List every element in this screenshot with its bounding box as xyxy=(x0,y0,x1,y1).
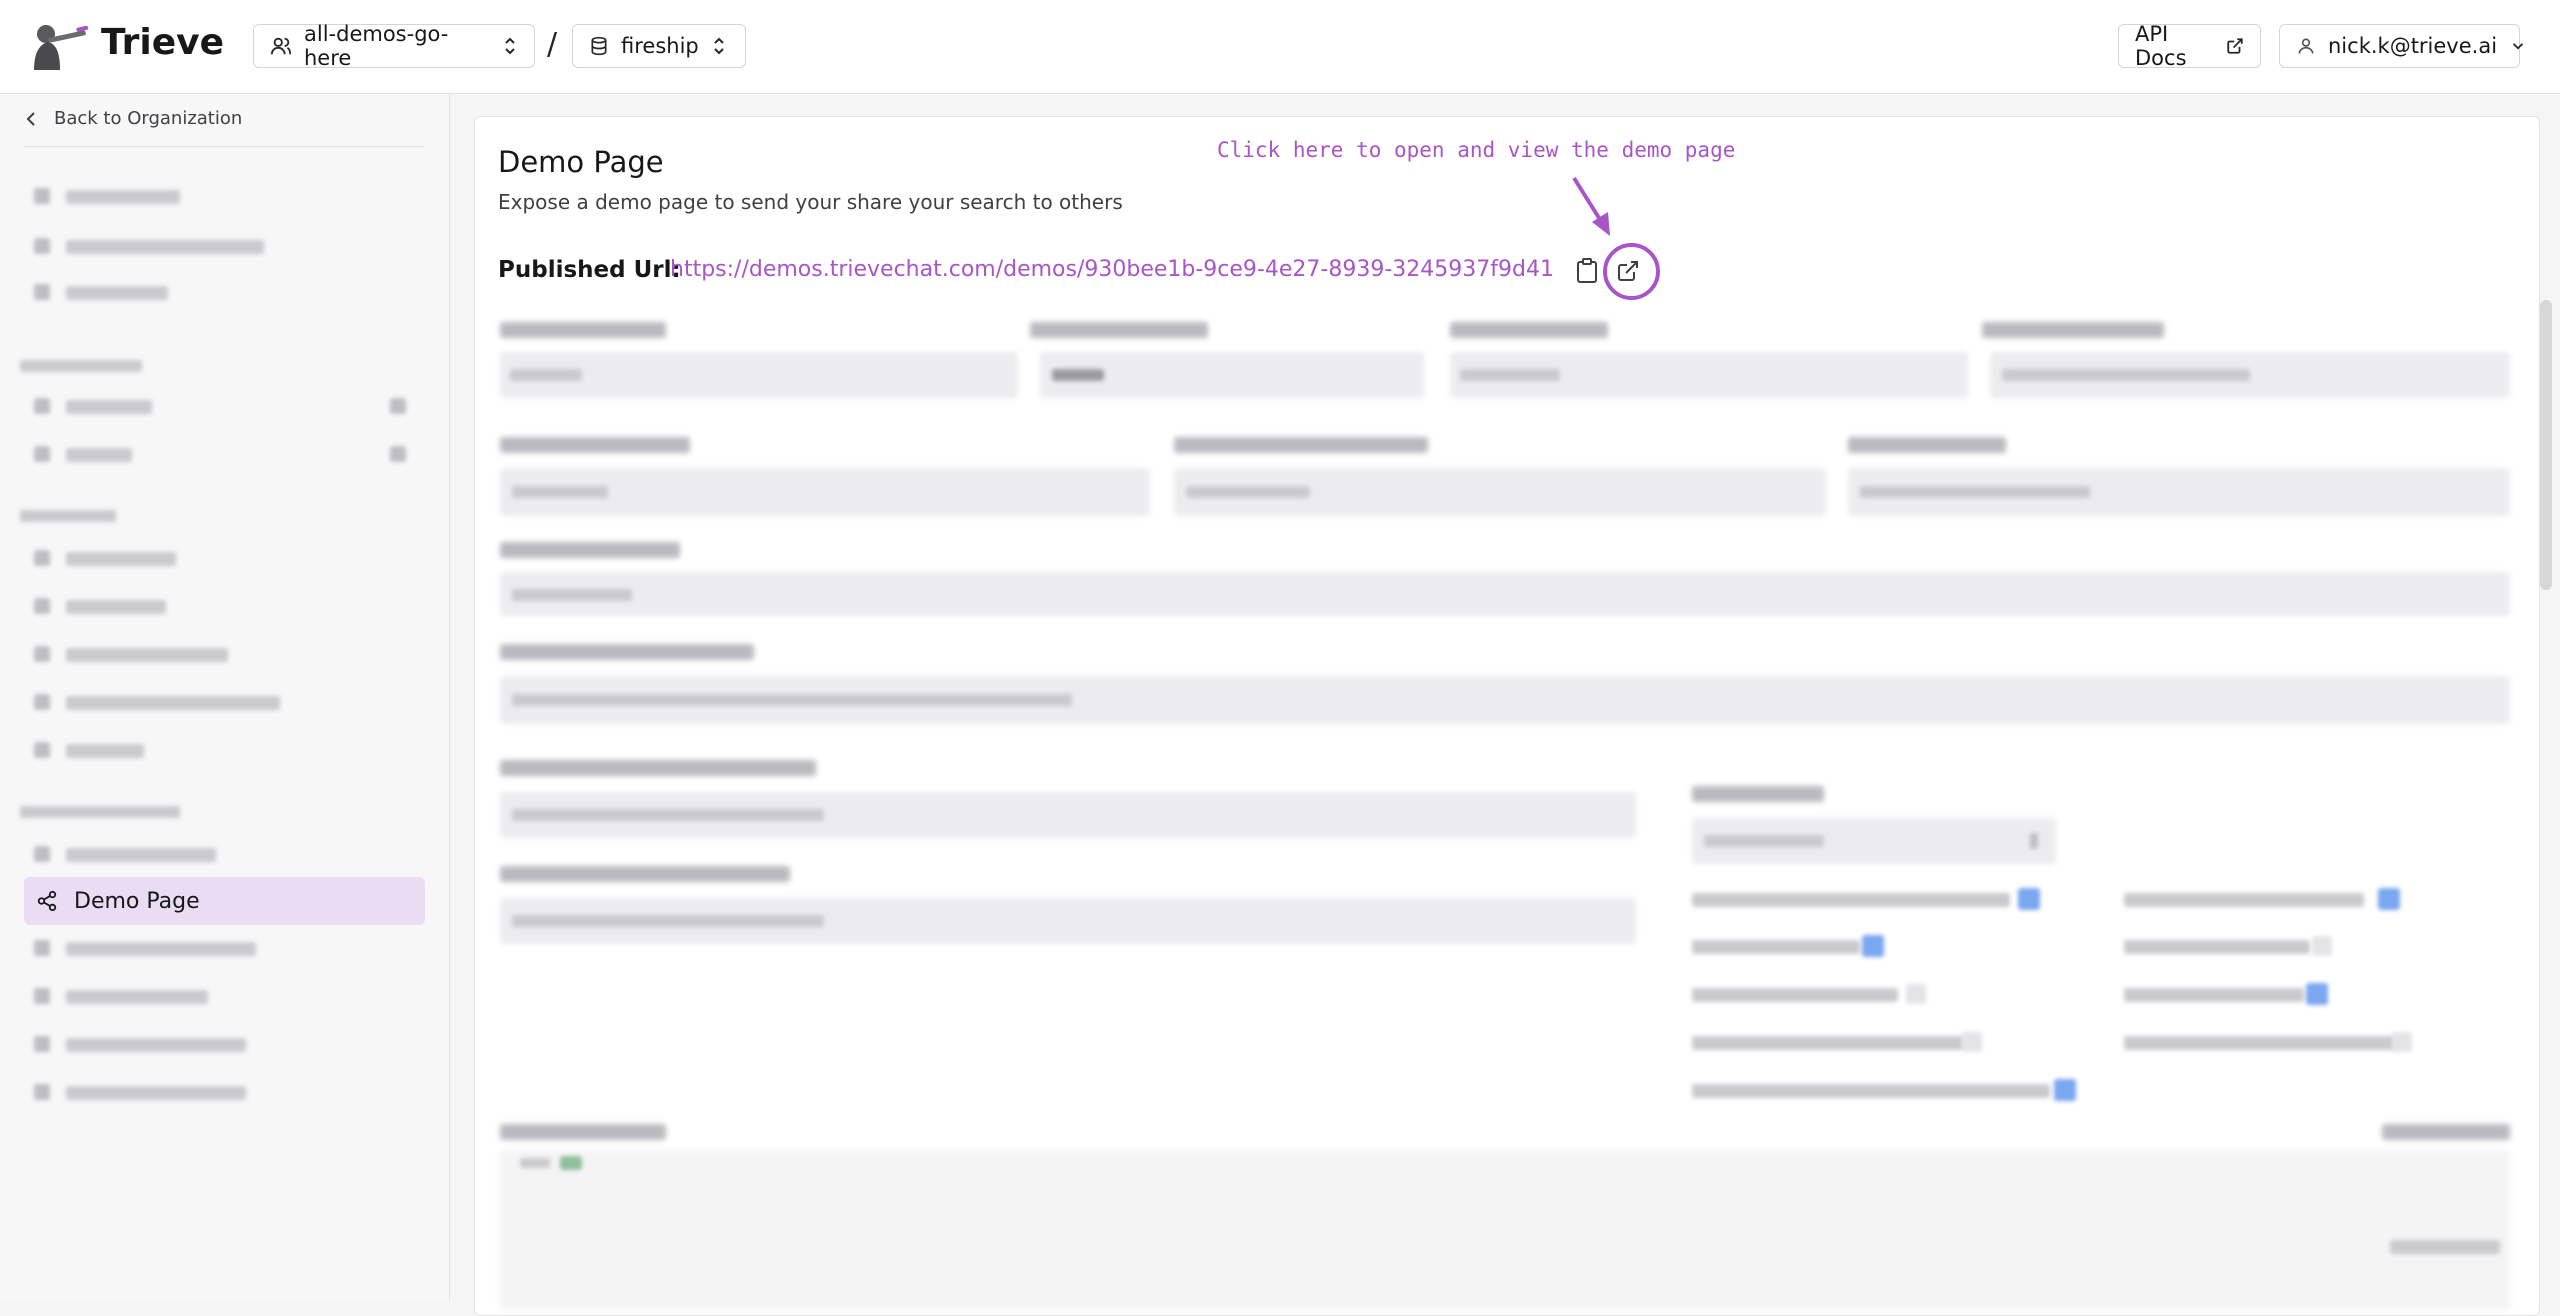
annotation-text: Click here to open and view the demo pag… xyxy=(1217,138,1736,162)
brand-name: Trieve xyxy=(101,22,224,63)
user-menu-button[interactable]: nick.k@trieve.ai xyxy=(2279,24,2524,68)
dataset-name: fireship xyxy=(621,34,699,58)
highlight-ring xyxy=(1603,243,1660,300)
clipboard-icon[interactable] xyxy=(1576,258,1598,284)
logo-icon xyxy=(34,25,89,70)
published-url-label: Published Url: xyxy=(498,257,681,283)
page-title: Demo Page xyxy=(498,145,664,179)
top-bar: Trieve all-demos-go-here / fireship API … xyxy=(0,0,2560,94)
external-link-icon xyxy=(2227,38,2243,54)
user-email: nick.k@trieve.ai xyxy=(2328,34,2498,58)
scrollbar[interactable] xyxy=(2540,300,2552,590)
published-url-link[interactable]: https://demos.trievechat.com/demos/930be… xyxy=(670,257,1554,282)
dataset-selector[interactable]: fireship xyxy=(572,24,746,68)
user-icon xyxy=(2298,38,2314,54)
sidebar-item-demo-page[interactable]: Demo Page xyxy=(24,877,425,925)
organization-selector[interactable]: all-demos-go-here xyxy=(253,22,535,70)
chevron-updown-icon xyxy=(714,37,724,55)
users-icon xyxy=(270,37,292,55)
organization-name: all-demos-go-here xyxy=(304,22,449,70)
chevron-down-icon xyxy=(2512,43,2524,50)
arrow-icon xyxy=(1572,176,1610,236)
api-docs-label: API Docs xyxy=(2135,22,2187,70)
back-to-organization-link[interactable]: Back to Organization xyxy=(24,108,242,129)
breadcrumb-separator: / xyxy=(547,27,558,62)
chevron-left-icon xyxy=(26,111,35,126)
page-subtitle: Expose a demo page to send your share yo… xyxy=(498,190,1123,214)
share-icon xyxy=(37,890,57,912)
sidebar-divider xyxy=(24,146,424,147)
back-label: Back to Organization xyxy=(54,108,243,129)
api-docs-button[interactable]: API Docs xyxy=(2118,22,2261,70)
chevron-updown-icon xyxy=(505,37,515,55)
database-icon xyxy=(591,36,607,56)
sidebar-item-label: Demo Page xyxy=(74,888,200,914)
